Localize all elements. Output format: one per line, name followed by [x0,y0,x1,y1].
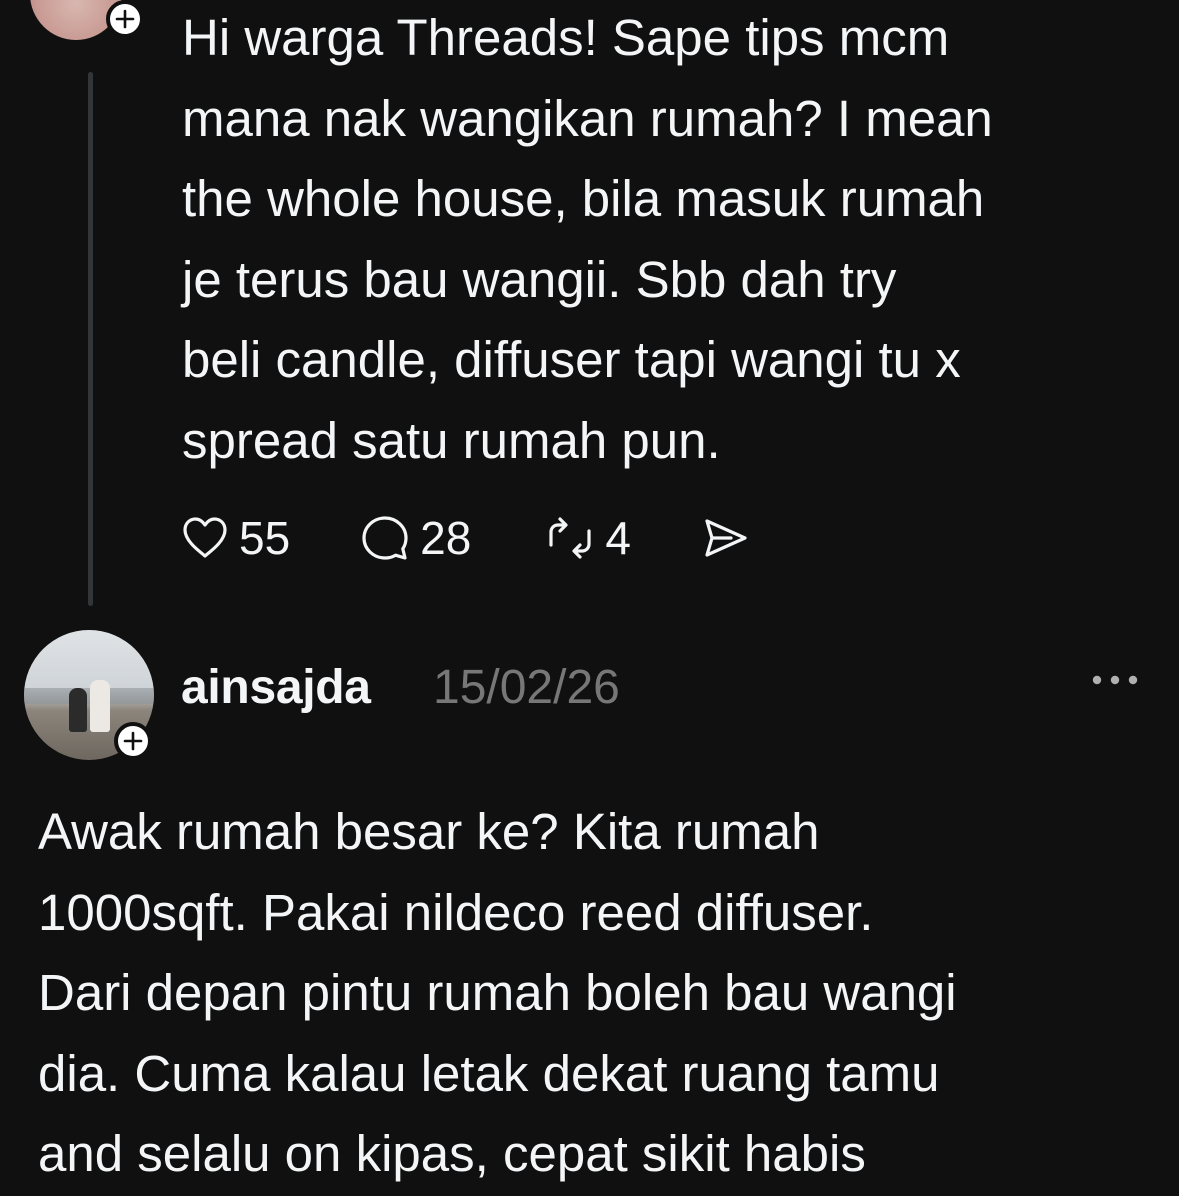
reply-button[interactable]: 28 [360,511,471,565]
send-icon [705,519,747,557]
reply-count: 28 [420,512,472,564]
avatar-photo-person [90,680,110,732]
heart-icon [183,517,227,558]
more-icon[interactable] [1085,668,1145,692]
like-count: 55 [239,512,291,564]
like-button[interactable]: 55 [181,511,290,565]
post2-follow-button[interactable] [114,722,152,760]
share-button[interactable] [701,516,751,560]
comment-icon [362,516,408,560]
thread-connector-line [88,72,93,606]
plus-icon [115,9,135,29]
post1-body-text: Hi warga Threads! Sape tips mcm mana nak… [182,9,993,469]
repost-icon [549,517,591,559]
post1-action-bar: 55 28 4 [181,508,751,568]
plus-icon [123,731,143,751]
post2-date: 15/02/26 [433,661,620,714]
avatar-photo-hill [24,688,154,704]
post2-username[interactable]: ainsajda [181,660,371,715]
post2-body-text: Awak rumah besar ke? Kita rumah 1000sqft… [38,803,957,1182]
avatar-photo-person [69,688,87,732]
post1-follow-button[interactable] [106,0,144,38]
repost-button[interactable]: 4 [545,511,631,565]
repost-count: 4 [605,512,631,564]
